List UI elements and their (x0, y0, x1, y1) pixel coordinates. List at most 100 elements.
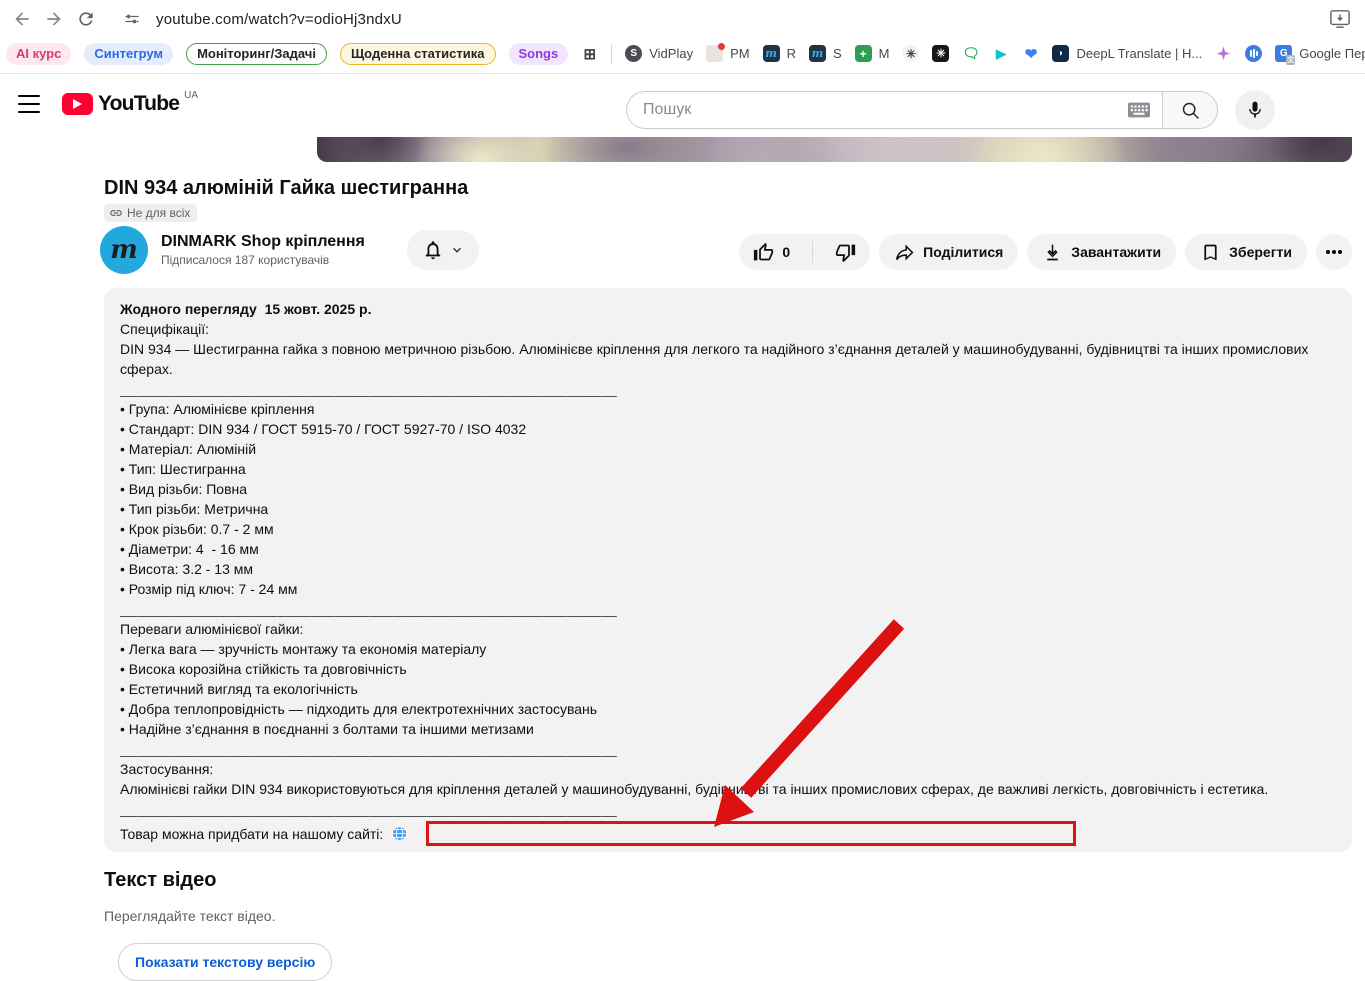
bookmark-s[interactable]: m S (808, 45, 842, 62)
like-count: 0 (782, 244, 791, 260)
site-info-icon[interactable] (120, 7, 144, 31)
download-button[interactable]: Завантажити (1027, 234, 1177, 270)
dislike-button[interactable] (821, 234, 870, 270)
description-line: DIN 934 — Шестигранна гайка з повною мет… (120, 341, 1309, 357)
chat-icon[interactable]: 🗨 (962, 45, 980, 62)
purchase-label: Товар можна придбати на нашому сайті: (120, 825, 384, 842)
bookmark-pm[interactable]: PM (706, 43, 750, 62)
description-line: • Надійне з’єднання в поєднанні з болтам… (120, 721, 534, 737)
bookmark-vidplay[interactable]: S VidPlay (625, 45, 693, 62)
browser-toolbar: youtube.com/watch?v=odioHj3ndxU (0, 0, 1365, 38)
bookmark-google-translate[interactable]: G Google Перекладач (1275, 45, 1365, 65)
m-wave-icon: m (762, 45, 780, 62)
channel-name[interactable]: DINMARK Shop кріплення (161, 233, 365, 251)
bookmarks-divider (611, 43, 613, 64)
play-icon[interactable]: ▶ (992, 45, 1009, 62)
like-button[interactable]: 0 (739, 234, 804, 270)
youtube-logo[interactable]: YouTube UA (62, 89, 198, 119)
channel-avatar[interactable]: m (100, 226, 148, 274)
apps-grid-icon[interactable]: ⊞ (581, 45, 598, 63)
video-title: DIN 934 алюміній Гайка шестигранна (104, 177, 469, 199)
subscriber-count: Підписалося 187 користувачів (161, 253, 330, 267)
share-button[interactable]: Поділитися (879, 234, 1019, 270)
description-line: Жодного перегляду 15 жовт. 2025 р. (120, 301, 372, 317)
more-actions-button[interactable] (1316, 234, 1352, 270)
description-line: • Вид різьби: Повна (120, 481, 248, 497)
bookmark-statistics[interactable]: Щоденна статистика (339, 42, 496, 65)
pm-icon (706, 43, 726, 62)
bookmark-icon (1204, 244, 1217, 260)
description-line: • Група: Алюмінієве кріплення (120, 401, 315, 417)
description-line: Специфікації: (120, 321, 210, 337)
share-icon (896, 243, 914, 261)
hamburger-menu-icon[interactable] (16, 93, 42, 115)
address-bar[interactable]: youtube.com/watch?v=odioHj3ndxU (156, 11, 402, 28)
download-icon (1047, 244, 1059, 260)
purchase-line: Товар можна придбати на нашому сайті: (120, 821, 1336, 846)
save-button[interactable]: Зберегти (1185, 234, 1307, 270)
bookmark-ai-kurs[interactable]: AI курс (6, 42, 72, 65)
visibility-badge-label: Не для всіх (127, 206, 191, 220)
transcript-title: Текст відео (104, 869, 217, 891)
forward-icon[interactable] (38, 3, 70, 35)
bookmark-m[interactable]: + M (854, 45, 889, 62)
transcript-subtitle: Переглядайте текст відео. (104, 908, 276, 924)
video-player-bottom-edge[interactable] (317, 137, 1352, 162)
description-line: • Легка вага — зручність монтажу та екон… (120, 641, 487, 657)
description-line: ________________________________________… (120, 601, 618, 617)
description-line: Алюмінієві гайки DIN 934 використовуютьс… (120, 781, 1269, 797)
google-translate-icon: G (1275, 45, 1296, 65)
description-line: Застосування: (120, 761, 214, 777)
bookmark-songs[interactable]: Songs (508, 42, 569, 65)
dark-app-icon[interactable]: ✳ (932, 45, 950, 62)
description-line: • Естетичний вигляд та екологічність (120, 681, 358, 697)
pill-divider (812, 241, 814, 263)
thumb-up-icon (754, 242, 774, 260)
description-line: • Висока корозійна стійкість та довговіч… (120, 661, 407, 677)
deepl-icon: ◗ (1052, 45, 1070, 62)
channel-row: m DINMARK Shop кріплення Підписалося 187… (100, 226, 479, 274)
description-line: • Тип: Шестигранна (120, 461, 246, 477)
youtube-play-icon (62, 93, 93, 115)
bookmark-monitoring[interactable]: Моніторинг/Задачі (186, 42, 327, 65)
video-description[interactable]: Жодного перегляду 15 жовт. 2025 р. Специф… (104, 288, 1352, 852)
thumb-down-icon (836, 244, 856, 262)
save-label: Зберегти (1229, 244, 1292, 260)
reload-icon[interactable] (70, 3, 102, 35)
bookmark-syntegrum[interactable]: Синтегрум (84, 42, 174, 65)
blue-bars-icon[interactable] (1245, 45, 1263, 62)
description-line: • Тип різьби: Метрична (120, 501, 269, 517)
back-icon[interactable] (6, 3, 38, 35)
description-line: • Розмір під ключ: 7 - 24 мм (120, 581, 298, 597)
description-line: • Матеріал: Алюміній (120, 441, 257, 457)
show-transcript-button[interactable]: Показати текстову версію (118, 943, 333, 981)
description-line: сферах. (120, 361, 173, 377)
screen-download-icon[interactable] (1329, 9, 1351, 29)
search-input[interactable] (643, 101, 1128, 119)
share-label: Поділитися (923, 244, 1004, 260)
notifications-button[interactable] (406, 230, 479, 270)
description-line: • Діаметри: 4 - 16 мм (120, 541, 259, 557)
annotation-highlight-box (426, 821, 1077, 846)
bookmarks-bar: AI курс Синтегрум Моніторинг/Задачі Щоде… (0, 38, 1365, 74)
bookmark-r[interactable]: m R (762, 45, 796, 62)
description-text: Жодного перегляду 15 жовт. 2025 р. Специф… (120, 299, 1336, 819)
search-box[interactable] (626, 91, 1162, 129)
gemini-sparkle-icon[interactable] (1215, 45, 1232, 62)
vidplay-icon: S (625, 45, 643, 62)
like-dislike-pill: 0 (739, 234, 871, 270)
openai-icon[interactable]: ✳ (902, 45, 920, 62)
bookmark-deepl[interactable]: ◗ DeepL Translate | H... (1052, 45, 1202, 62)
description-line: Переваги алюмінієвої гайки: (120, 621, 304, 637)
search-button[interactable] (1162, 91, 1218, 129)
globe-icon (392, 825, 408, 842)
description-line: • Крок різьби: 0.7 - 2 мм (120, 521, 274, 537)
chevron-down-icon (450, 243, 464, 257)
description-line: • Висота: 3.2 - 13 мм (120, 561, 254, 577)
mic-button[interactable] (1235, 90, 1275, 130)
heart-icon[interactable]: ❤ (1022, 45, 1039, 63)
keyboard-icon[interactable] (1128, 102, 1150, 118)
region-label: UA (184, 90, 199, 101)
description-line: • Стандарт: DIN 934 / ГОСТ 5915-70 / ГОС… (120, 421, 527, 437)
m-wave-icon: m (808, 45, 826, 62)
